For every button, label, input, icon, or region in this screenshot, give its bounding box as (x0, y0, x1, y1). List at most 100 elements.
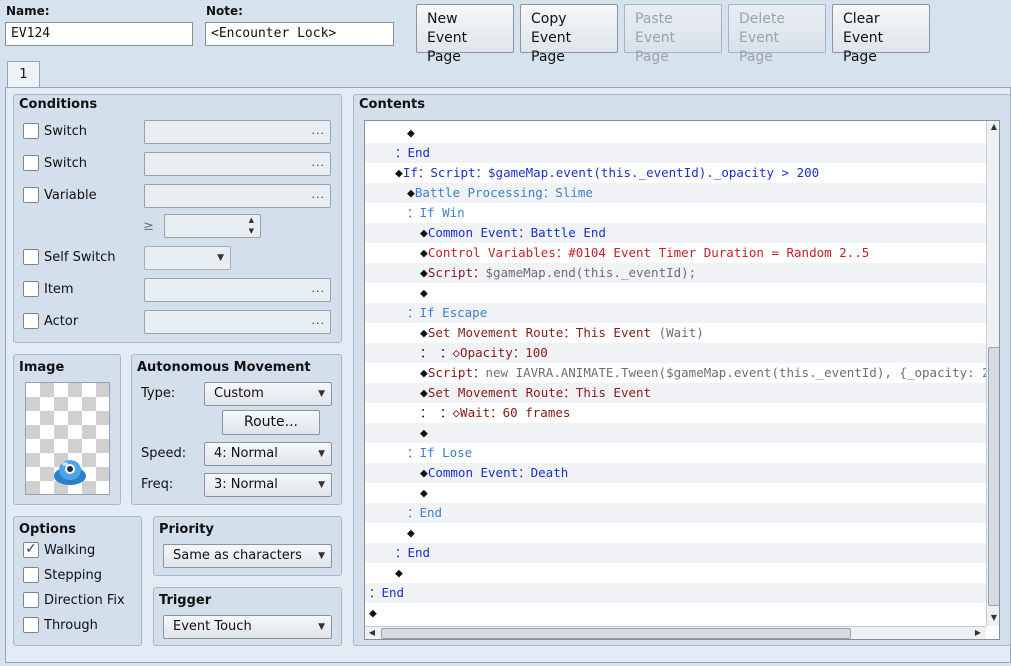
name-field[interactable]: EV124 (5, 22, 193, 46)
self-switch-checkbox[interactable] (23, 249, 39, 265)
command-text: ◇Opacity：100 (452, 345, 548, 360)
button-label-line1: Copy (531, 11, 567, 27)
command-row[interactable]: ：End (365, 543, 986, 563)
command-row[interactable]: ： ：◇Opacity：100 (365, 343, 986, 363)
command-text: Common Event：Death (427, 465, 569, 480)
conditions-title: Conditions (19, 97, 98, 112)
command-row[interactable]: ◆Script：$gameMap.end(this._eventId); (365, 263, 986, 283)
horizontal-scrollbar[interactable]: ◀ ▶ (365, 626, 986, 639)
command-row[interactable]: ◆ (365, 283, 986, 303)
trigger-select[interactable]: Event Touch ▼ (163, 615, 332, 639)
command-text: new IAVRA.ANIMATE.Tween($gameMap.event(t… (485, 365, 986, 380)
command-row[interactable]: ◆ (365, 423, 986, 443)
command-diamond-icon: ◆ (420, 466, 428, 481)
command-diamond-icon: ◆ (420, 386, 428, 401)
command-row[interactable]: ◆Common Event：Battle End (365, 223, 986, 243)
image-title: Image (19, 360, 65, 375)
command-row[interactable]: ：If Win (365, 203, 986, 223)
actor-select[interactable]: ... (144, 310, 331, 334)
paste-event-page-button: Paste Event Page (624, 4, 722, 65)
ellipsis-icon: ... (311, 188, 325, 201)
command-text: ：End (369, 585, 405, 600)
command-diamond-icon: ◆ (420, 246, 428, 261)
actor-checkbox[interactable] (23, 313, 39, 329)
item-select[interactable]: ... (144, 278, 331, 302)
spin-up-icon[interactable]: ▲ (249, 216, 255, 224)
command-row[interactable]: ◆Battle Processing：Slime (365, 183, 986, 203)
vertical-scroll-thumb[interactable] (988, 347, 999, 606)
walking-checkbox[interactable]: ✓ (23, 542, 39, 558)
event-command-list[interactable]: ◆ ：End ◆If：Script：$gameMap.event(this._eve… (364, 120, 1000, 640)
item-checkbox[interactable] (23, 281, 39, 297)
variable-value-stepper[interactable]: ▲ ▼ (164, 214, 261, 238)
autonomous-movement-title: Autonomous Movement (137, 360, 311, 375)
command-row[interactable]: ◆Script：new IAVRA.ANIMATE.Tween($gameMap… (365, 363, 986, 383)
self-switch-select[interactable]: ▼ (144, 246, 231, 270)
command-row[interactable]: ◆Set Movement Route：This Event (Wait) (365, 323, 986, 343)
new-event-page-button[interactable]: New Event Page (416, 4, 514, 65)
command-row[interactable]: ◆ (365, 523, 986, 543)
command-row[interactable]: ◆ (365, 563, 986, 583)
command-row[interactable]: ：If Lose (365, 443, 986, 463)
command-row[interactable]: ◆Common Event：Death (365, 463, 986, 483)
button-label-line1: Paste (635, 11, 673, 27)
variable-select[interactable]: ... (144, 184, 331, 208)
command-row[interactable]: ◆Control Variables：#0104 Event Timer Dur… (365, 243, 986, 263)
command-row[interactable]: ◆ (365, 123, 986, 143)
self-switch-label: Self Switch (44, 250, 116, 265)
tab-page-1[interactable]: 1 (7, 61, 40, 88)
stepping-checkbox[interactable] (23, 567, 39, 583)
freq-select[interactable]: 3: Normal ▼ (204, 473, 332, 497)
command-text: $gameMap.end(this._eventId); (485, 265, 697, 280)
trigger-value: Event Touch (173, 619, 252, 634)
priority-title: Priority (159, 522, 214, 537)
priority-select[interactable]: Same as characters ▼ (163, 544, 332, 568)
horizontal-scroll-thumb[interactable] (381, 628, 851, 639)
ellipsis-icon: ... (311, 156, 325, 169)
ellipsis-icon: ... (311, 124, 325, 137)
switch2-checkbox[interactable] (23, 155, 39, 171)
note-label: Note: (206, 4, 243, 18)
command-diamond-icon: ◆ (395, 566, 403, 581)
speed-select[interactable]: 4: Normal ▼ (204, 442, 332, 466)
copy-event-page-button[interactable]: Copy Event Page (520, 4, 618, 65)
switch1-checkbox[interactable] (23, 123, 39, 139)
button-label-line2: Event Page (427, 30, 468, 65)
command-row[interactable]: ◆ (365, 603, 986, 623)
note-field[interactable]: <Encounter Lock> (205, 22, 394, 46)
speed-value: 4: Normal (214, 446, 278, 461)
item-label: Item (44, 282, 74, 297)
scroll-right-icon[interactable]: ▶ (971, 628, 985, 637)
scroll-down-icon[interactable]: ▼ (987, 613, 999, 622)
event-image-preview[interactable] (25, 382, 110, 495)
command-row[interactable]: ： ：◇Wait：60 frames (365, 403, 986, 423)
command-row[interactable]: ：End (365, 503, 986, 523)
vertical-scrollbar[interactable]: ▲ ▼ (986, 121, 999, 626)
command-row[interactable]: ：End (365, 583, 986, 603)
movement-type-select[interactable]: Custom ▼ (204, 382, 332, 406)
scroll-left-icon[interactable]: ◀ (365, 628, 379, 637)
command-text: ：End (395, 545, 431, 560)
command-row[interactable]: ◆ (365, 483, 986, 503)
through-checkbox[interactable] (23, 617, 39, 633)
command-row[interactable]: ◆If：Script：$gameMap.event(this._eventId)… (365, 163, 986, 183)
route-button[interactable]: Route... (222, 410, 320, 435)
switch1-label: Switch (44, 124, 87, 139)
clear-event-page-button[interactable]: Clear Event Page (832, 4, 930, 65)
chevron-down-icon: ▼ (217, 253, 224, 263)
command-diamond-icon: ◆ (407, 126, 415, 141)
switch2-select[interactable]: ... (144, 152, 331, 176)
variable-checkbox[interactable] (23, 187, 39, 203)
button-label-line2: Event Page (739, 30, 780, 65)
direction-fix-checkbox[interactable] (23, 592, 39, 608)
command-diamond-icon: ◆ (420, 266, 428, 281)
command-row[interactable]: ：End (365, 143, 986, 163)
scroll-up-icon[interactable]: ▲ (987, 122, 999, 131)
type-label: Type: (141, 386, 176, 401)
switch1-select[interactable]: ... (144, 120, 331, 144)
command-text: Script： (427, 265, 486, 280)
command-row[interactable]: ：If Escape (365, 303, 986, 323)
spin-down-icon[interactable]: ▼ (249, 227, 255, 235)
button-label-line2: Event Page (635, 30, 676, 65)
command-row[interactable]: ◆Set Movement Route：This Event (365, 383, 986, 403)
